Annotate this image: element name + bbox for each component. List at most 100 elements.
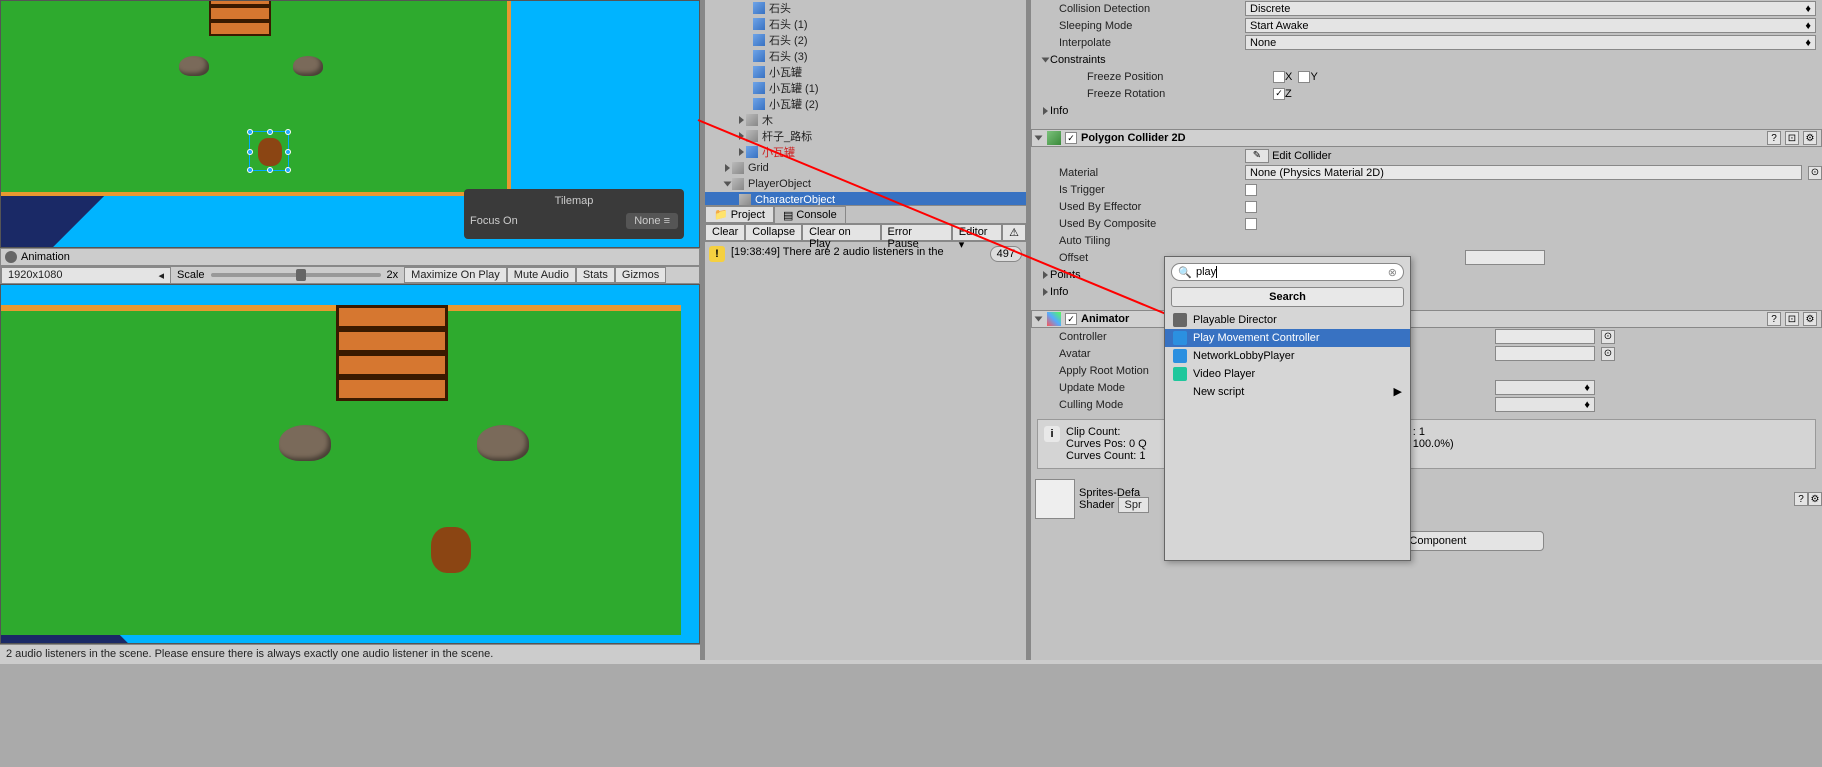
game-toolbar: 1920x1080 ◂ Scale 2x Maximize On Play Mu…	[0, 266, 700, 284]
scene-tooltip: Tilemap Focus On None ≡	[464, 189, 684, 239]
hierarchy-item[interactable]: 小瓦罐	[705, 64, 1026, 80]
gear-icon[interactable]: ⚙	[1808, 492, 1822, 506]
expand-icon[interactable]	[1042, 57, 1050, 62]
hierarchy-item[interactable]: 杆子_路标	[705, 128, 1026, 144]
maximize-button[interactable]: Maximize On Play	[404, 267, 507, 283]
update-mode-dropdown[interactable]: ♦	[1495, 380, 1595, 395]
interpolate-dropdown[interactable]: None♦	[1245, 35, 1816, 50]
hierarchy-item[interactable]: Grid	[705, 160, 1026, 176]
ladder-sprite	[209, 1, 271, 41]
project-tab[interactable]: 📁 Project	[705, 206, 774, 223]
expand-icon[interactable]	[1043, 107, 1048, 115]
collapse-button[interactable]: Collapse	[745, 224, 802, 241]
help-icon[interactable]: ?	[1794, 492, 1808, 506]
help-icon[interactable]: ?	[1767, 312, 1781, 326]
expand-icon[interactable]	[1043, 288, 1048, 296]
sleeping-mode-dropdown[interactable]: Start Awake♦	[1245, 18, 1816, 33]
expand-icon[interactable]	[1035, 136, 1043, 141]
console-message[interactable]: ! [19:38:49] There are 2 audio listeners…	[705, 242, 1026, 266]
message-count-badge: 497	[990, 246, 1022, 262]
clear-button[interactable]: Clear	[705, 224, 745, 241]
hierarchy-item[interactable]: 石头 (1)	[705, 16, 1026, 32]
mute-audio-button[interactable]: Mute Audio	[507, 267, 576, 283]
collision-detection-dropdown[interactable]: Discrete♦	[1245, 1, 1816, 16]
freeze-x-checkbox[interactable]	[1273, 71, 1285, 83]
expand-icon[interactable]	[1043, 271, 1048, 279]
rock-sprite	[293, 56, 323, 76]
edit-collider-button[interactable]: ✎	[1245, 149, 1269, 163]
preset-icon[interactable]: ⊡	[1785, 131, 1799, 145]
hierarchy-item[interactable]: 石头 (2)	[705, 32, 1026, 48]
hierarchy-item[interactable]: 小瓦罐	[705, 144, 1026, 160]
error-pause-button[interactable]: Error Pause	[881, 224, 952, 241]
hierarchy-item[interactable]: 木	[705, 112, 1026, 128]
popup-item[interactable]: Play Movement Controller	[1165, 329, 1410, 347]
component-enable-checkbox[interactable]: ✓	[1065, 132, 1077, 144]
hierarchy-item[interactable]: 小瓦罐 (1)	[705, 80, 1026, 96]
material-preview-icon	[1035, 479, 1075, 519]
shader-dropdown[interactable]: Spr	[1118, 497, 1149, 513]
used-by-effector-checkbox[interactable]	[1245, 201, 1257, 213]
console-panel[interactable]: 📁 Project ▤ Console Clear Collapse Clear…	[705, 205, 1026, 660]
component-search-popup[interactable]: 🔍 play ⊗ Search Playable DirectorPlay Mo…	[1164, 256, 1411, 561]
console-tab[interactable]: ▤ Console	[774, 206, 846, 223]
search-header: Search	[1171, 287, 1404, 307]
warning-icon: !	[709, 246, 725, 262]
hierarchy-item[interactable]: PlayerObject	[705, 176, 1026, 192]
gear-icon[interactable]: ⚙	[1803, 312, 1817, 326]
popup-item[interactable]: Playable Director	[1165, 311, 1410, 329]
animator-header[interactable]: ✓ Animator ? ⊡ ⚙	[1031, 310, 1822, 328]
object-picker-icon[interactable]: ⊙	[1808, 166, 1822, 180]
scene-view[interactable]: Tilemap Focus On None ≡	[0, 0, 700, 248]
culling-mode-dropdown[interactable]: ♦	[1495, 397, 1595, 412]
material-header[interactable]: Sprites-Defa Shader Spr ? ⚙	[1031, 475, 1822, 523]
hierarchy-panel[interactable]: 石头石头 (1)石头 (2)石头 (3)小瓦罐小瓦罐 (1)小瓦罐 (2)木杆子…	[705, 0, 1026, 205]
object-picker-icon[interactable]: ⊙	[1601, 347, 1615, 361]
freeze-z-checkbox[interactable]: ✓	[1273, 88, 1285, 100]
is-trigger-checkbox[interactable]	[1245, 184, 1257, 196]
clear-icon[interactable]: ⊗	[1388, 266, 1397, 279]
gear-icon[interactable]: ⚙	[1803, 131, 1817, 145]
hierarchy-item[interactable]: 石头	[705, 0, 1026, 16]
collider-icon	[1047, 131, 1061, 145]
popup-item[interactable]: NetworkLobbyPlayer	[1165, 347, 1410, 365]
clip-info-box: i Clip Count: Curves Pos: 0 Q Curves Cou…	[1037, 419, 1816, 469]
avatar-field[interactable]	[1495, 346, 1595, 361]
hierarchy-item[interactable]: 石头 (3)	[705, 48, 1026, 64]
popup-item[interactable]: Video Player	[1165, 365, 1410, 383]
stats-button[interactable]: Stats	[576, 267, 615, 283]
component-search-input[interactable]: 🔍 play ⊗	[1171, 263, 1404, 281]
animation-icon	[5, 251, 17, 263]
hierarchy-item[interactable]: 小瓦罐 (2)	[705, 96, 1026, 112]
gizmos-button[interactable]: Gizmos	[615, 267, 666, 283]
warning-filter-icon[interactable]: ⚠	[1002, 224, 1026, 241]
clear-on-play-button[interactable]: Clear on Play	[802, 224, 880, 241]
inspector-panel[interactable]: Collision DetectionDiscrete♦ Sleeping Mo…	[1031, 0, 1822, 660]
focus-dropdown[interactable]: None ≡	[626, 213, 678, 229]
controller-field[interactable]	[1495, 329, 1595, 344]
rock-sprite	[477, 425, 529, 461]
hierarchy-item[interactable]: CharacterObject	[705, 192, 1026, 205]
scale-slider[interactable]	[211, 273, 381, 277]
character-sprite	[431, 527, 471, 573]
rock-sprite	[279, 425, 331, 461]
rock-sprite	[179, 56, 209, 76]
component-enable-checkbox[interactable]: ✓	[1065, 313, 1077, 325]
object-picker-icon[interactable]: ⊙	[1601, 330, 1615, 344]
search-icon: 🔍	[1178, 266, 1192, 279]
help-icon[interactable]: ?	[1767, 131, 1781, 145]
material-field[interactable]: None (Physics Material 2D)	[1245, 165, 1802, 180]
editor-dropdown[interactable]: Editor ▾	[952, 224, 1002, 241]
polygon-collider-header[interactable]: ✓ Polygon Collider 2D ? ⊡ ⚙	[1031, 129, 1822, 147]
selection-gizmo[interactable]	[249, 131, 289, 171]
freeze-y-checkbox[interactable]	[1298, 71, 1310, 83]
used-by-composite-checkbox[interactable]	[1245, 218, 1257, 230]
ladder-sprite	[336, 305, 448, 420]
resolution-dropdown[interactable]: 1920x1080 ◂	[1, 267, 171, 284]
popup-item[interactable]: New script▶	[1165, 383, 1410, 400]
expand-icon[interactable]	[1035, 317, 1043, 322]
animation-tab[interactable]: Animation	[0, 248, 700, 266]
offset-field[interactable]	[1465, 250, 1545, 265]
preset-icon[interactable]: ⊡	[1785, 312, 1799, 326]
game-view[interactable]	[0, 284, 700, 644]
